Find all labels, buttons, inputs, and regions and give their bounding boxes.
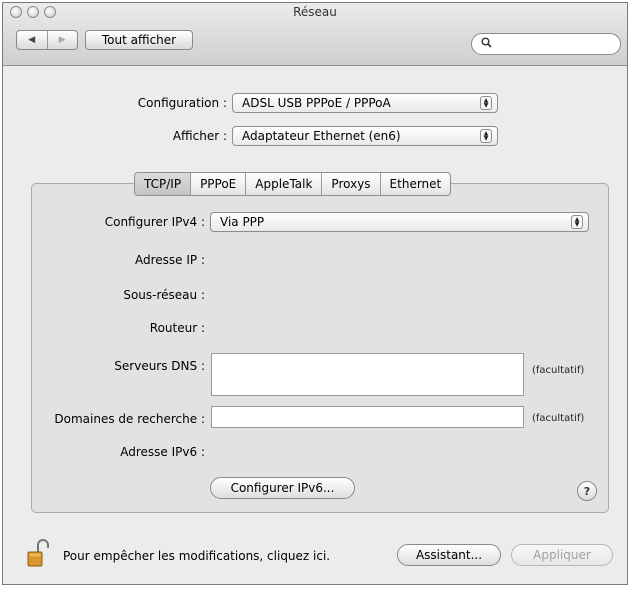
- toolbar: Réseau ◀ ▶ Tout afficher: [3, 3, 627, 66]
- popup-arrows-icon: ▲ ▼: [571, 215, 583, 229]
- tab-panel: [31, 183, 609, 513]
- configuration-label: Configuration :: [137, 96, 227, 110]
- tab-appletalk[interactable]: AppleTalk: [245, 173, 321, 195]
- search-domains-label: Domaines de recherche :: [54, 412, 205, 426]
- search-domains-input[interactable]: [212, 407, 523, 427]
- search-domains-optional-note: (facultatif): [532, 413, 585, 424]
- tab-tcp-ip[interactable]: TCP/IP: [135, 173, 191, 195]
- apply-button[interactable]: Appliquer: [511, 544, 613, 566]
- back-arrow-icon: ◀: [28, 35, 36, 45]
- tab-ethernet[interactable]: Ethernet: [379, 173, 451, 195]
- configuration-value: ADSL USB PPPoE / PPPoA: [242, 96, 391, 110]
- dns-servers-label: Serveurs DNS :: [114, 359, 205, 373]
- show-popup[interactable]: Adaptateur Ethernet (en6) ▲ ▼: [232, 126, 498, 146]
- tab-bar: TCP/IP PPPoE AppleTalk Proxys Ethernet: [134, 172, 452, 196]
- window-title: Réseau: [293, 5, 337, 19]
- back-forward-control: ◀ ▶: [16, 30, 78, 50]
- ipv6-address-label: Adresse IPv6 :: [120, 445, 205, 459]
- popup-arrows-icon: ▲ ▼: [480, 129, 492, 143]
- show-label: Afficher :: [172, 129, 227, 143]
- search-input[interactable]: [496, 36, 606, 52]
- lock-instruction-text[interactable]: Pour empêcher les modifications, cliquez…: [63, 549, 330, 563]
- dns-servers-field[interactable]: [211, 353, 524, 396]
- forward-button[interactable]: ▶: [46, 31, 78, 49]
- show-value: Adaptateur Ethernet (en6): [242, 129, 401, 143]
- search-domains-field[interactable]: [211, 406, 524, 428]
- search-icon: [481, 37, 492, 51]
- configure-ipv4-value: Via PPP: [220, 215, 265, 229]
- configure-ipv6-button[interactable]: Configurer IPv6...: [210, 477, 355, 499]
- tab-pppoe[interactable]: PPPoE: [190, 173, 245, 195]
- configure-ipv4-popup[interactable]: Via PPP ▲ ▼: [210, 212, 589, 232]
- help-button[interactable]: ?: [577, 481, 597, 501]
- network-preferences-window: Réseau ◀ ▶ Tout afficher Configuration :…: [2, 2, 628, 585]
- popup-arrows-icon: ▲ ▼: [480, 96, 492, 110]
- dns-servers-input[interactable]: [212, 354, 523, 395]
- tab-proxys[interactable]: Proxys: [321, 173, 379, 195]
- assistant-button[interactable]: Assistant...: [397, 544, 501, 566]
- search-field[interactable]: [471, 33, 621, 55]
- dns-optional-note: (facultatif): [532, 365, 585, 376]
- configuration-popup[interactable]: ADSL USB PPPoE / PPPoA ▲ ▼: [232, 93, 498, 113]
- forward-arrow-icon: ▶: [58, 35, 66, 45]
- subnet-label: Sous-réseau :: [123, 288, 205, 302]
- back-button[interactable]: ◀: [17, 31, 47, 49]
- router-label: Routeur :: [149, 321, 205, 335]
- lock-icon[interactable]: [27, 539, 49, 569]
- show-all-button[interactable]: Tout afficher: [85, 30, 193, 50]
- ip-address-label: Adresse IP :: [134, 253, 205, 267]
- configure-ipv4-label: Configurer IPv4 :: [104, 215, 205, 229]
